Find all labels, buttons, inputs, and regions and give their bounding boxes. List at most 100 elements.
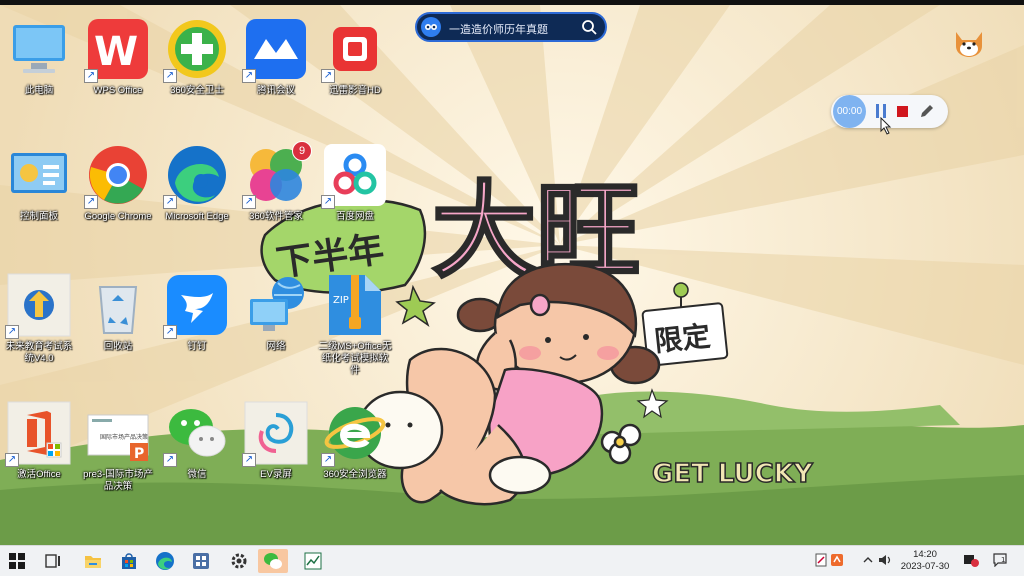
chevron-up-icon[interactable]	[861, 553, 875, 567]
desktop-icon-label: 迅雷影音HD	[329, 85, 381, 96]
wps-office-icon: W ↗	[84, 17, 150, 83]
desktop-icon-label: 此电脑	[24, 85, 54, 96]
shortcut-arrow-icon: ↗	[84, 69, 98, 83]
computer-icon	[7, 17, 71, 81]
desktop-icon-ms-office-exam[interactable]: ZIP 二级MS+Office无纸化考试模拟软件	[316, 267, 394, 387]
desktop-icon-label: 百度网盘	[335, 211, 374, 222]
search-placeholder: 一造造价师历年真题	[449, 24, 548, 36]
svg-text:限定: 限定	[653, 319, 712, 358]
tray-notification-app-icon[interactable]	[963, 553, 979, 567]
desktop-icon-label: 未来教育考试系统V4.0	[5, 341, 73, 364]
desktop-icon-label: 网络	[266, 341, 286, 352]
desktop-icon-exam-system[interactable]: ↗ 未来教育考试系统V4.0	[0, 267, 78, 387]
pause-button[interactable]	[875, 104, 887, 118]
network-icon	[244, 273, 308, 337]
stop-button[interactable]	[897, 106, 908, 117]
taskbar-excel[interactable]	[298, 549, 328, 573]
desktop-icon-activate-office[interactable]: ↗ 激活Office	[0, 395, 78, 515]
shortcut-arrow-icon: ↗	[163, 325, 177, 339]
spreadsheet-icon	[304, 552, 322, 570]
desktop-icon-360-browser[interactable]: ↗ 360安全浏览器	[316, 395, 394, 515]
tencent-meeting-icon: ↗	[242, 17, 308, 83]
desktop-icon-label: 激活Office	[17, 469, 61, 480]
svg-text:P: P	[134, 446, 144, 462]
desktop-icon-control-panel[interactable]: 控制面板	[0, 137, 78, 257]
desktop-icon-label: 控制面板	[19, 211, 58, 222]
shortcut-arrow-icon: ↗	[242, 69, 256, 83]
wallpaper-slogan: GET LUCKY	[652, 459, 814, 489]
taskbar-settings[interactable]	[224, 549, 254, 573]
desktop-icon-wechat[interactable]: ↗ 微信	[158, 395, 236, 515]
clock-date: 2023-07-30	[900, 561, 950, 572]
svg-text:ZIP: ZIP	[333, 295, 349, 306]
xunlei-player-icon: ↗	[321, 17, 387, 83]
chrome-icon: ↗	[84, 143, 150, 209]
shortcut-arrow-icon: ↗	[321, 453, 335, 467]
desktop-icon-wps-office[interactable]: W ↗ WPS Office	[79, 11, 157, 131]
desktop-icon-recycle-bin[interactable]: 回收站	[79, 267, 157, 387]
shortcut-arrow-icon: ↗	[5, 453, 19, 467]
desktop-icon-label: Google Chrome	[84, 211, 152, 222]
desktop-icon-google-chrome[interactable]: ↗ Google Chrome	[79, 137, 157, 257]
shortcut-arrow-icon: ↗	[242, 453, 256, 467]
desktop-icon-label: 微信	[187, 469, 207, 480]
start-button[interactable]	[2, 549, 32, 573]
taskbar-control-panel[interactable]	[186, 549, 216, 573]
taskbar-edge[interactable]	[150, 549, 180, 573]
recording-timer: 00:00	[833, 95, 866, 128]
desktop-icon-this-pc[interactable]: 此电脑	[0, 11, 78, 131]
folder-icon	[85, 556, 101, 568]
taskbar-file-explorer[interactable]	[78, 549, 108, 573]
svg-text:国际市场产品决策: 国际市场产品决策	[100, 433, 148, 441]
tray-app-icon[interactable]	[830, 553, 844, 567]
desktop-icon-dingtalk[interactable]: ↗ 钉钉	[158, 267, 236, 387]
taskbar-wechat[interactable]	[258, 549, 288, 573]
desktop-icon-label: 回收站	[103, 341, 133, 352]
wechat-icon: ↗	[163, 401, 229, 467]
desktop[interactable]: 下半年 大旺 限定 GET LUCKY 此电脑 W ↗ WPS Office ↗…	[0, 5, 1024, 545]
desktop-icon-microsoft-edge[interactable]: ↗ Microsoft Edge	[158, 137, 236, 257]
volume-icon[interactable]	[878, 553, 892, 567]
desktop-icon-label: 钉钉	[187, 341, 207, 352]
shortcut-arrow-icon: ↗	[163, 69, 177, 83]
desktop-icon-baidu-netdisk[interactable]: ↗ 百度网盘	[316, 137, 394, 257]
control-panel-icon	[7, 143, 71, 207]
mouse-cursor	[880, 117, 892, 135]
exam-system-icon: ↗	[5, 273, 71, 339]
desktop-icon-label: Microsoft Edge	[165, 211, 229, 222]
desktop-icon-tencent-meeting[interactable]: ↗ 腾讯会议	[237, 11, 315, 131]
desktop-icon-label: 360软件管家	[249, 211, 303, 222]
search-icon[interactable]	[581, 19, 597, 40]
desktop-icon-360-safe[interactable]: ↗ 360安全卫士	[158, 11, 236, 131]
gear-icon	[231, 553, 247, 569]
shiba-pet-icon[interactable]	[952, 28, 986, 58]
desktop-icon-xunlei-player[interactable]: ↗ 迅雷影音HD	[316, 11, 394, 131]
edge-icon	[156, 552, 174, 570]
edge-icon: ↗	[163, 143, 229, 209]
desktop-icon-ev-recorder[interactable]: ↗ EV录屏	[237, 395, 315, 515]
taskbar-microsoft-store[interactable]	[114, 549, 144, 573]
taskbar: 14:20 2023-07-30 1	[0, 545, 1024, 576]
360-browser-icon: ↗	[321, 401, 387, 467]
desktop-icon-label: 腾讯会议	[256, 85, 295, 96]
zip-archive-icon: ZIP	[323, 273, 387, 337]
shortcut-arrow-icon: ↗	[321, 69, 335, 83]
tray-app-icon[interactable]	[814, 553, 828, 567]
desktop-icon-pre3-document[interactable]: 国际市场产品决策 P pre3-国际市场产品决策	[79, 395, 157, 515]
shortcut-arrow-icon: ↗	[5, 325, 19, 339]
ev-recorder-icon: ↗	[242, 401, 308, 467]
desktop-icon-network[interactable]: 网络	[237, 267, 315, 387]
baidu-netdisk-icon: ↗	[321, 143, 387, 209]
windows-icon	[9, 553, 25, 569]
search-bar[interactable]: 一造造价师历年真题	[415, 12, 607, 42]
action-center-icon[interactable]: 1	[993, 553, 1007, 568]
dingtalk-icon: ↗	[163, 273, 229, 339]
desktop-icon-360-software-manager[interactable]: 9 ↗ 360软件管家	[237, 137, 315, 257]
wechat-icon	[264, 553, 282, 569]
svg-text:1: 1	[1001, 556, 1005, 564]
system-clock[interactable]: 14:20 2023-07-30	[893, 549, 957, 573]
desktop-icon-label: pre3-国际市场产品决策	[83, 469, 153, 492]
task-view-button[interactable]	[38, 549, 68, 573]
clock-time: 14:20	[913, 549, 937, 560]
pen-icon[interactable]	[919, 103, 935, 124]
